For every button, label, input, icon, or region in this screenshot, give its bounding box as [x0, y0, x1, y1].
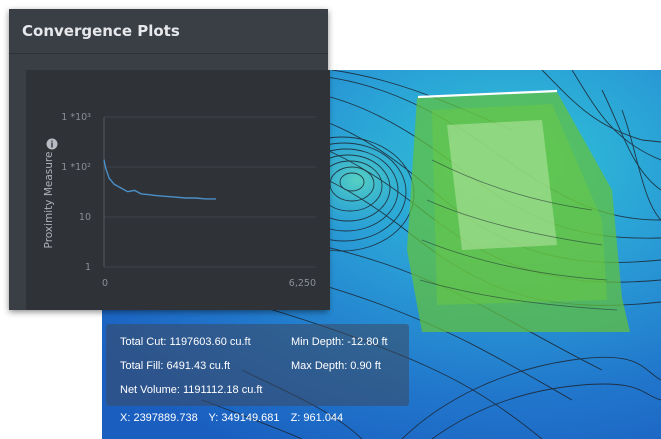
min-depth-label: Min Depth: -12.80 ft	[291, 336, 388, 348]
max-depth-label: Max Depth: 0.90 ft	[291, 360, 381, 372]
panel-header: Convergence Plots	[9, 9, 328, 54]
y-tick-label: 1 *10³	[61, 112, 91, 123]
total-fill-label: Total Fill: 6491.43 cu.ft	[120, 360, 231, 372]
series-line	[103, 159, 216, 200]
coord-y: Y: 349149.681	[208, 412, 280, 424]
total-cut-label: Total Cut: 1197603.60 cu.ft	[120, 336, 251, 348]
panel-title: Convergence Plots	[22, 22, 180, 40]
net-volume-label: Net Volume: 1191112.18 cu.ft	[120, 384, 263, 396]
volume-stats-overlay: Total Cut: 1197603.60 cu.ft Min Depth: -…	[106, 324, 409, 406]
y-tick-label: 1 *10²	[61, 162, 91, 173]
y-tick-label: 10	[79, 212, 91, 223]
cursor-coordinates: X: 2397889.738 Y: 349149.681 Z: 961.044	[120, 412, 351, 424]
convergence-plots-panel: Convergence Plots 1 *10³ 1 *10² 10 1 0 6,250 P…	[9, 9, 330, 310]
coord-x: X: 2397889.738	[120, 412, 198, 424]
x-tick-label: 0	[102, 278, 108, 289]
convergence-plot: 1 *10³ 1 *10² 10 1 0 6,250 Proximity Measure i	[26, 70, 330, 310]
convergence-chart: 1 *10³ 1 *10² 10 10 6,250 Proximity Measurei	[43, 112, 316, 289]
y-axis-label: Proximity Measure	[43, 152, 55, 249]
coord-z: Z: 961.044	[290, 412, 344, 424]
info-icon-glyph: i	[51, 141, 54, 151]
x-tick-label: 6,250	[289, 278, 316, 289]
y-tick-label: 1	[85, 262, 91, 273]
